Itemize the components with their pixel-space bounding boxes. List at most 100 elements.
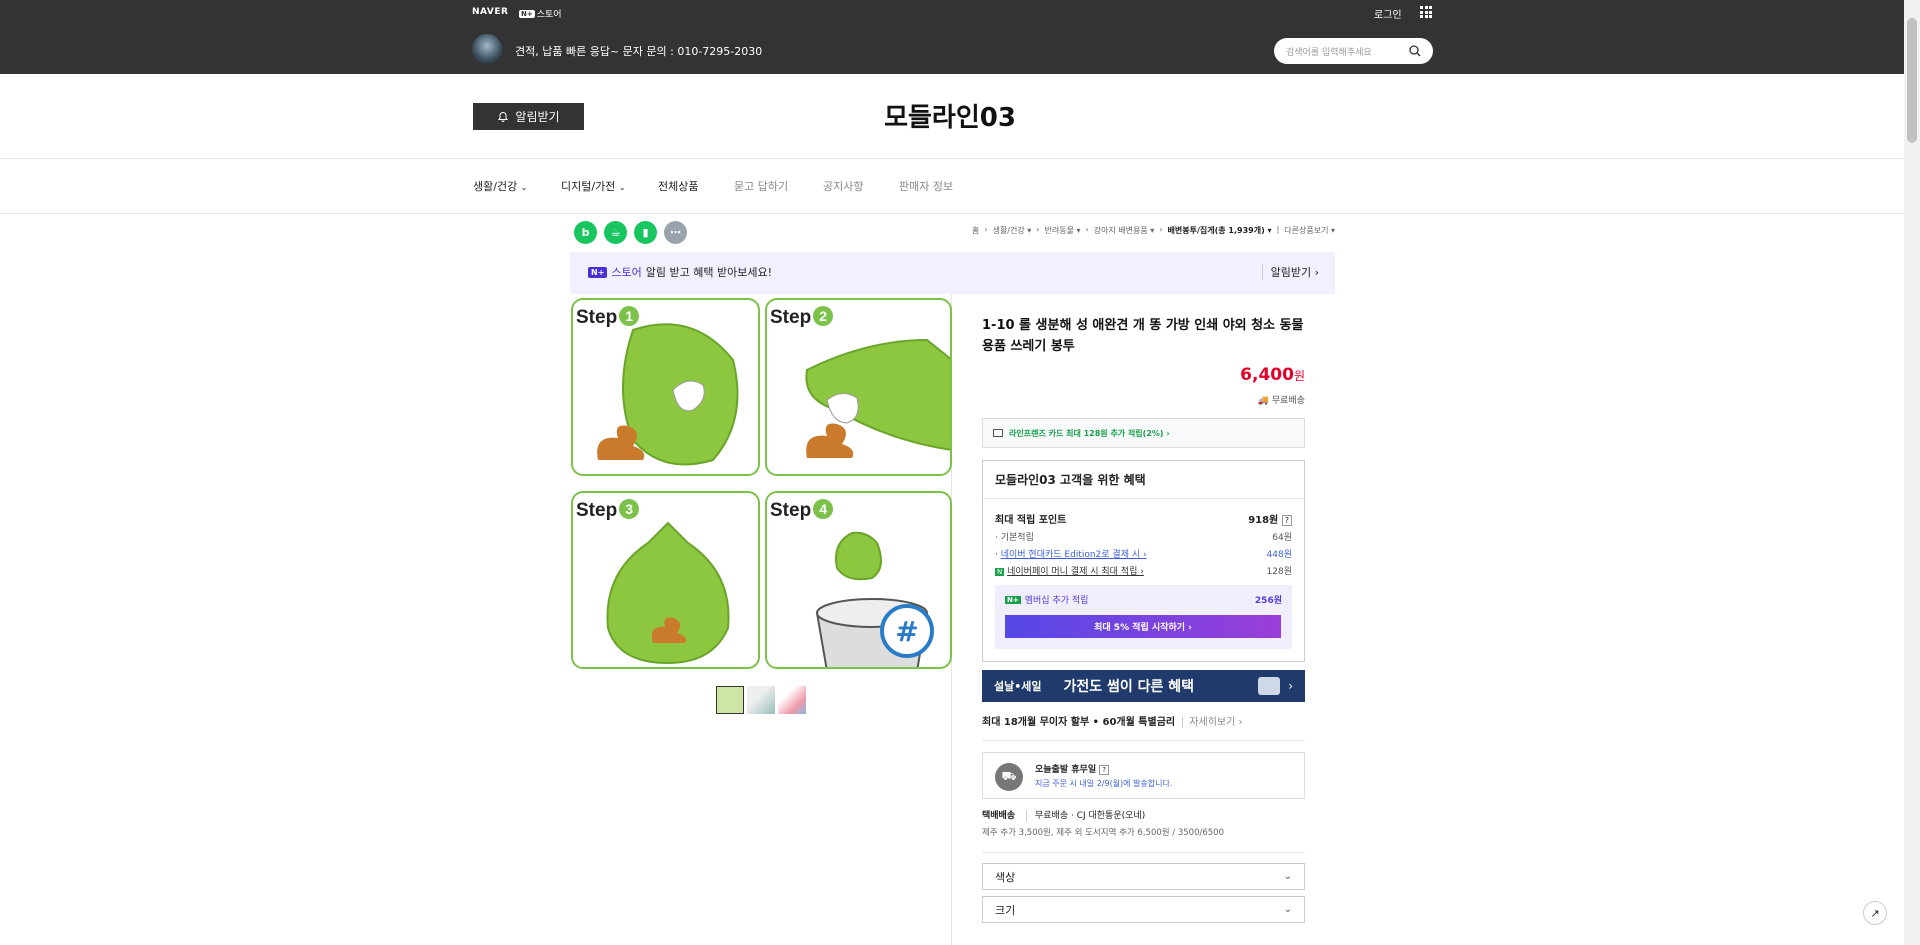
- membership-value: 256원: [1254, 596, 1282, 606]
- store-title[interactable]: 모들라인03: [830, 97, 1070, 134]
- nav-item-notice[interactable]: 공지사항: [823, 178, 863, 194]
- step-number: 4: [813, 499, 834, 519]
- banner-text: 알림 받고 혜택 받아보세요!: [645, 266, 772, 279]
- price-value: 6,400: [1240, 365, 1294, 385]
- membership-label: 멤버십 추가 적립: [1024, 596, 1089, 606]
- delivery-box: ⛟ 오늘출발 휴무일 ? 지금 주문 시 내일 2/9(월)에 발송합니다.: [982, 752, 1305, 799]
- benefit-label: 기본적립: [1000, 533, 1034, 543]
- benefit-label[interactable]: 네이버페이 머니 결제 시 최대 적립 ›: [1007, 567, 1144, 577]
- step-label: Step: [770, 500, 812, 521]
- price-unit: 원: [1293, 369, 1305, 383]
- breadcrumb-cat4[interactable]: 배변봉투/집게(총 1,939개) ▾: [1168, 225, 1272, 236]
- step-1-image[interactable]: Step 1: [571, 298, 760, 476]
- store-label: 스토어: [536, 10, 562, 20]
- thumbnail-2[interactable]: [747, 686, 775, 714]
- promo-main: 가전도 썸이 다른 혜택: [1063, 679, 1195, 695]
- thumbnail-1[interactable]: [716, 686, 744, 714]
- membership-button[interactable]: 최대 5% 적립 시작하기 ›: [1005, 615, 1281, 638]
- option-size-select[interactable]: 크기 ⌄: [982, 896, 1305, 923]
- chevron-right-icon: ›: [1288, 679, 1293, 693]
- benefit-label[interactable]: 네이버 현대카드 Edition2로 결제 시 ›: [1001, 550, 1147, 560]
- option-color-select[interactable]: 색상 ⌄: [982, 863, 1305, 890]
- installment-row: 최대 18개월 무이자 할부 • 60개월 특별금리 자세히보기 ›: [982, 713, 1305, 741]
- option-label: 크기: [995, 903, 1016, 917]
- membership-box: N+ 멤버십 추가 적립 256원 최대 5% 적립 시작하기 ›: [995, 585, 1292, 649]
- delivery-extra: 제주 추가 3,500원, 제주 외 도서지역 추가 6,500원 / 3500…: [982, 826, 1305, 853]
- nav-item-qna[interactable]: 묻고 답하기: [734, 178, 788, 194]
- store-alarm-banner[interactable]: N+ 스토어 알림 받고 혜택 받아보세요! 알림받기 ›: [570, 252, 1335, 294]
- benefit-title: 모들라인03 고객을 위한 혜택: [983, 461, 1304, 499]
- thumbnail-3[interactable]: [778, 686, 806, 714]
- blog-share-icon[interactable]: b: [574, 221, 597, 244]
- step-number: 1: [619, 306, 640, 326]
- breadcrumb-cat1[interactable]: 생활/건강 ▾: [993, 225, 1032, 236]
- truck-icon: 🚚: [1257, 396, 1269, 406]
- np-badge: N+: [588, 266, 608, 278]
- npay-icon: N: [995, 568, 1005, 576]
- step-4-image[interactable]: # Step 4: [765, 491, 952, 669]
- breadcrumb-other[interactable]: 다른상품보기 ▾: [1284, 225, 1335, 236]
- login-link[interactable]: 로그인: [1374, 6, 1402, 21]
- delivery-truck-icon: ⛟: [995, 763, 1023, 791]
- step-2-image[interactable]: Step 2: [765, 298, 952, 476]
- search-box[interactable]: 검색어를 입력해주세요: [1274, 38, 1433, 64]
- svg-text:#: #: [895, 615, 918, 648]
- step-number: 2: [813, 306, 834, 326]
- step-label: Step: [576, 307, 618, 328]
- help-icon[interactable]: ?: [1281, 515, 1292, 526]
- step-label: Step: [770, 307, 812, 328]
- product-gallery: Step 1 Step 2 Step 3 # Step 4: [570, 294, 952, 945]
- step-number: 3: [619, 499, 640, 519]
- share-floating-icon[interactable]: ↗: [1863, 901, 1887, 925]
- breadcrumb-cat3[interactable]: 강아지 배변용품 ▾: [1094, 225, 1155, 236]
- step-label: Step: [576, 500, 618, 521]
- apps-grid-icon[interactable]: [1420, 6, 1432, 18]
- installment-detail-link[interactable]: 자세히보기 ›: [1182, 717, 1243, 728]
- nav-item-seller-info[interactable]: 판매자 정보: [899, 178, 953, 194]
- installment-text: 최대 18개월 무이자 할부 • 60개월 특별금리: [982, 717, 1176, 728]
- breadcrumb: 홈 › 생활/건강 ▾ › 반려동물 ▾ › 강아지 배변용품 ▾ › 배변봉투/집게(…: [972, 225, 1335, 236]
- nav-item-all-products[interactable]: 전체상품: [658, 178, 698, 194]
- scrollbar-thumb[interactable]: [1907, 18, 1917, 143]
- card-benefit-text: 라인프렌즈 카드 최대 128원 추가 적립(2%) ›: [1009, 428, 1170, 438]
- chevron-down-icon: ⌄: [1283, 871, 1292, 882]
- benefit-value: 64원: [1272, 533, 1292, 543]
- max-points-label: 최대 적립 포인트: [995, 515, 1067, 526]
- delivery-sub: 지금 주문 시 내일 2/9(월)에 발송합니다.: [1035, 779, 1173, 788]
- step-3-image[interactable]: Step 3: [571, 491, 760, 669]
- nav-item-digital[interactable]: 디지털/가전 ⌄: [561, 178, 626, 194]
- breadcrumb-home[interactable]: 홈: [972, 225, 979, 236]
- category-nav: 생활/건강 ⌄ 디지털/가전 ⌄ 전체상품 묻고 답하기 공지사항 판매자 정보: [0, 159, 1904, 214]
- talktalk-share-icon[interactable]: ☕: [604, 221, 627, 244]
- breadcrumb-cat2[interactable]: 반려동물 ▾: [1044, 225, 1080, 236]
- benefit-row-npay[interactable]: N 네이버페이 머니 결제 시 최대 적립 › 128원: [983, 560, 1304, 577]
- banner-alarm-link[interactable]: 알림받기 ›: [1261, 264, 1319, 280]
- promo-banner[interactable]: 설날•세일 가전도 썸이 다른 혜택 ›: [982, 670, 1305, 702]
- benefit-row-basic: · 기본적립 64원: [983, 526, 1304, 543]
- card-benefit-bar[interactable]: 라인프렌즈 카드 최대 128원 추가 적립(2%) ›: [982, 418, 1305, 448]
- shipping-text: 무료배송: [1271, 396, 1305, 406]
- top-bar: NAVER N+ 스토어 로그인 견적, 납품 빠른 응답~ 문자 문의 : 0…: [0, 0, 1904, 74]
- product-title-text: 1-10 롤 생분해 성 애완견 개 똥 가방 인쇄 야외 청소 동물 용품 쓰…: [982, 318, 1304, 354]
- nav-item-living-health[interactable]: 생활/건강 ⌄: [473, 178, 527, 194]
- delivery-type-label: 택배배송: [982, 811, 1016, 821]
- more-icon[interactable]: ⋯: [664, 221, 687, 244]
- naver-store-logo[interactable]: N+ 스토어: [519, 7, 562, 20]
- benefit-box: 모들라인03 고객을 위한 혜택 최대 적립 포인트 918원 ? · 기본적립…: [982, 460, 1305, 662]
- benefit-value: 448원: [1266, 550, 1292, 560]
- chevron-down-icon: ⌄: [1283, 904, 1292, 915]
- delivery-type: 택배배송 무료배송 · CJ 대한통운(오네): [982, 808, 1305, 821]
- bookmark-icon[interactable]: ▮: [634, 221, 657, 244]
- search-icon[interactable]: [1409, 45, 1421, 57]
- np-badge: N+: [1005, 595, 1021, 604]
- free-shipping: 🚚 무료배송: [1180, 393, 1305, 406]
- shop-avatar[interactable]: [472, 34, 502, 64]
- np-badge: N+: [519, 9, 535, 18]
- naver-logo[interactable]: NAVER: [472, 7, 508, 17]
- store-header: 알림받기 모들라인03: [0, 74, 1904, 159]
- benefit-row-hyundai[interactable]: · 네이버 현대카드 Edition2로 결제 시 › 448원: [983, 543, 1304, 560]
- shop-notice: 견적, 납품 빠른 응답~ 문자 문의 : 010-7295-2030: [515, 45, 763, 58]
- help-icon[interactable]: ?: [1099, 765, 1109, 775]
- search-input[interactable]: 검색어를 입력해주세요: [1286, 45, 1372, 58]
- alarm-button[interactable]: 알림받기: [473, 103, 584, 130]
